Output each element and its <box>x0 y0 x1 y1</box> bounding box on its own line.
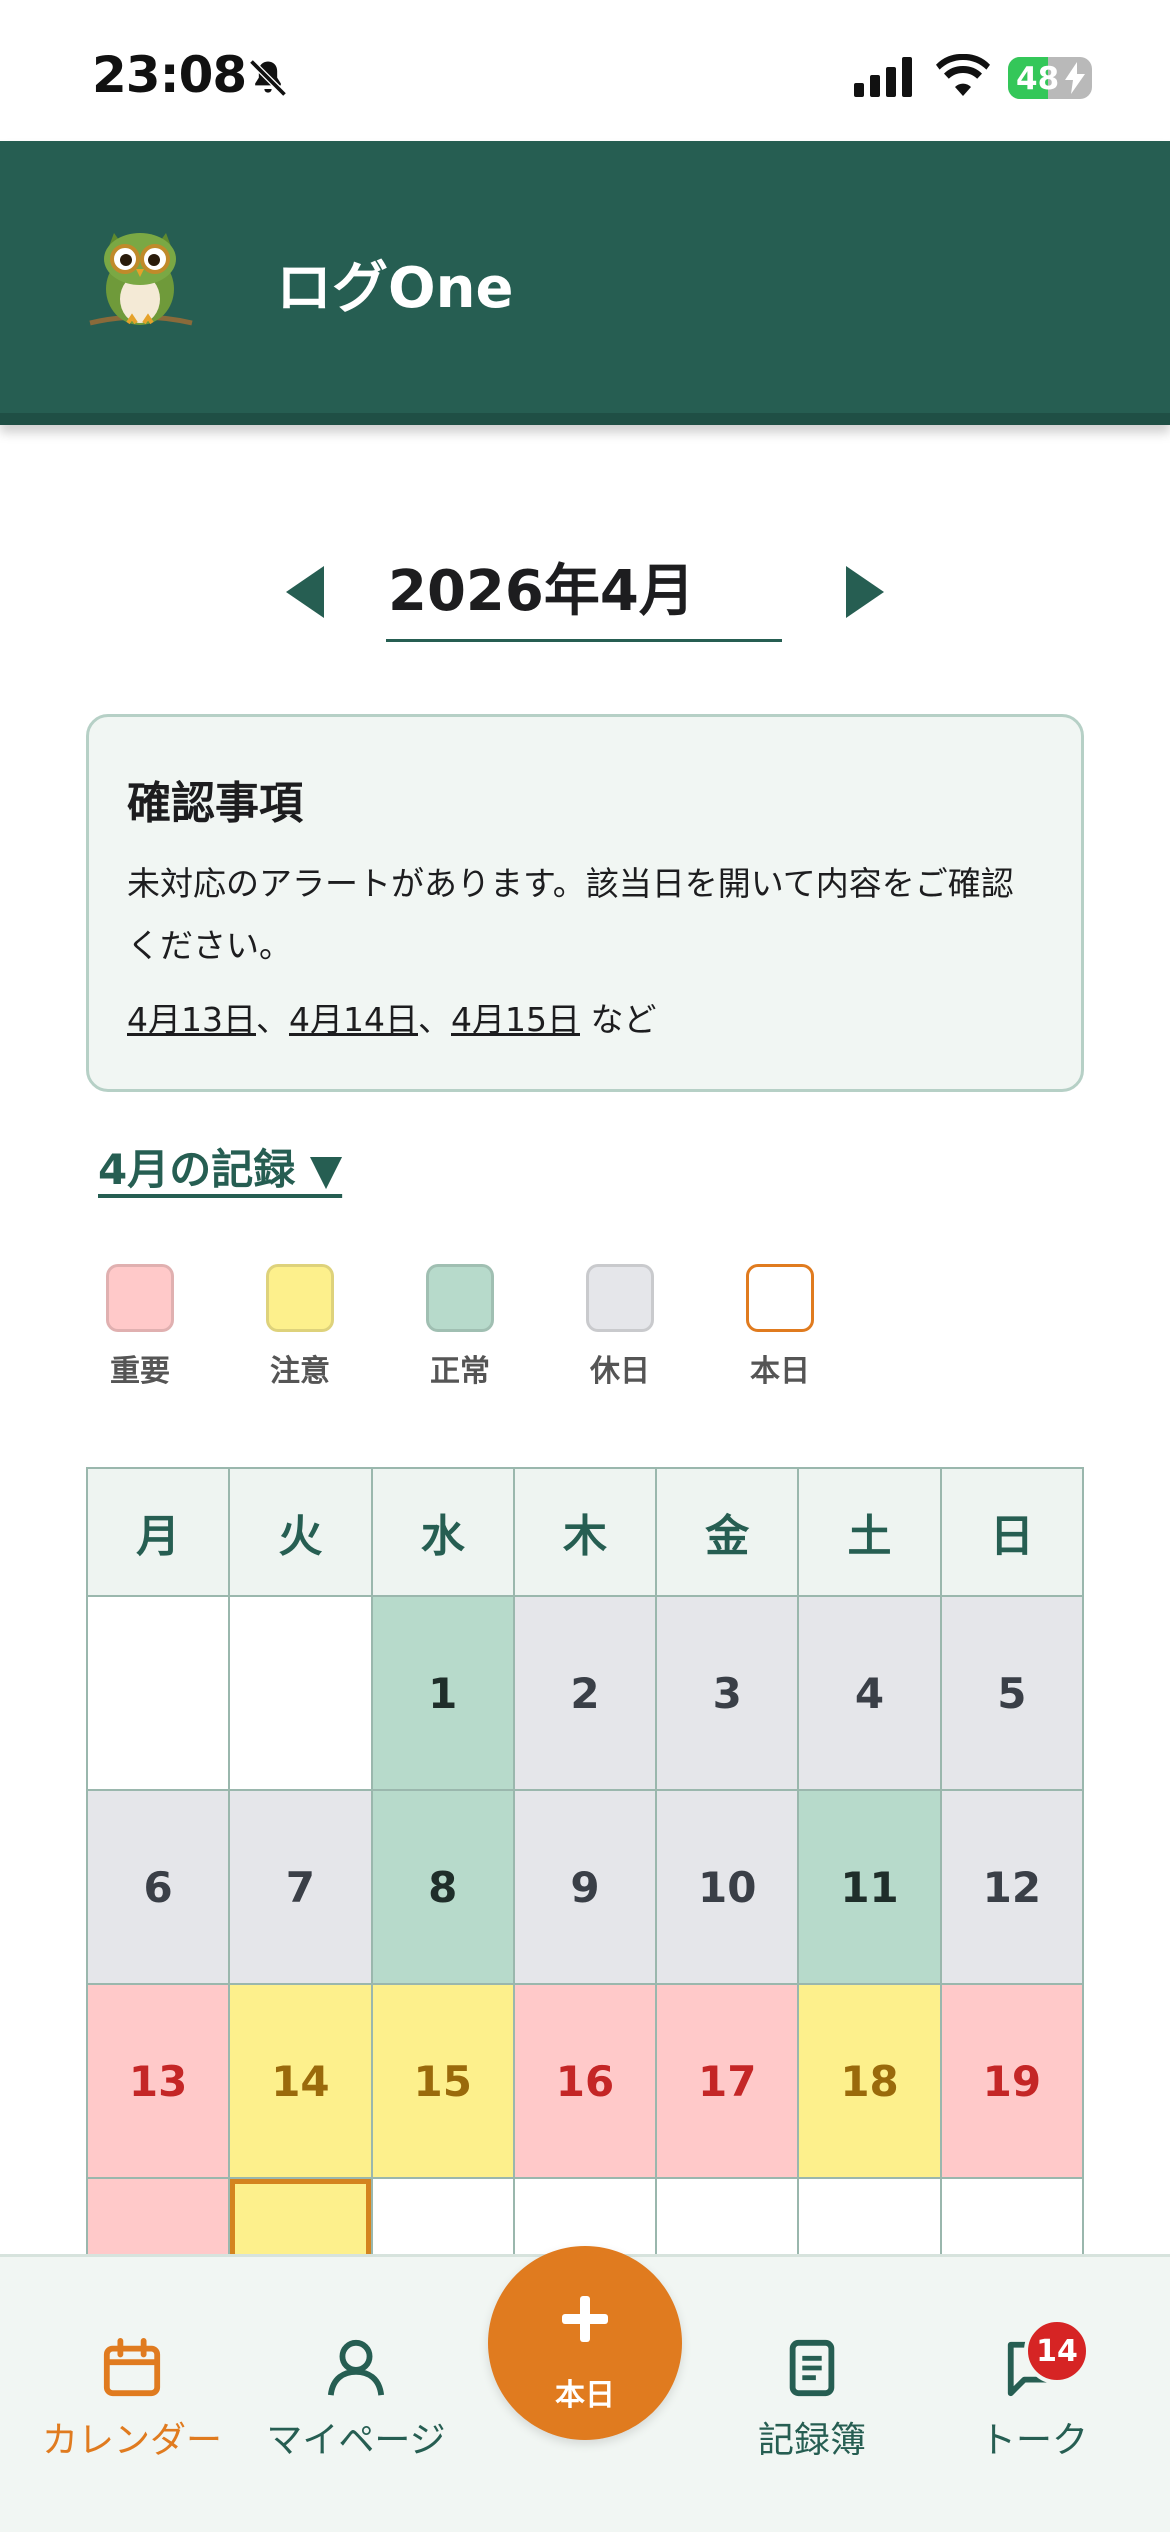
calendar-icon <box>103 2337 161 2397</box>
calendar-day-10[interactable]: 10 <box>657 1791 800 1985</box>
weekday-sat: 土 <box>799 1469 942 1597</box>
plus-icon <box>562 2296 608 2342</box>
next-month-arrow-icon[interactable] <box>844 566 884 618</box>
month-title[interactable]: 2026年4月 <box>386 546 782 642</box>
calendar-day-7[interactable]: 7 <box>230 1791 373 1985</box>
weekday-thu: 木 <box>514 1469 658 1597</box>
weekday-wed: 水 <box>372 1469 515 1597</box>
calendar-day-13[interactable]: 13 <box>88 1985 231 2179</box>
calendar-week-row: 6 7 8 9 10 11 12 <box>88 1791 1084 1985</box>
signal-icon <box>854 57 912 97</box>
legend-swatch-normal <box>426 1264 494 1332</box>
tab-label: トーク <box>979 2420 1088 2461</box>
calendar-day-18[interactable]: 18 <box>799 1985 942 2179</box>
legend-label: 正常 <box>430 1354 490 1389</box>
app-header: ログOne <box>0 141 1170 425</box>
battery-indicator: 48 <box>1008 57 1092 99</box>
calendar-day-3[interactable]: 3 <box>657 1597 800 1791</box>
alert-text: 未対応のアラートがあります。該当日を開いて内容をご確認ください。 <box>127 864 1014 965</box>
app-title: ログOne <box>276 256 514 321</box>
legend-label: 注意 <box>270 1354 330 1389</box>
alert-link-apr15[interactable]: 4月15日 <box>451 1000 580 1039</box>
alert-date-links: 4月13日、4月14日、4月15日 など <box>127 993 1043 1041</box>
legend-label: 本日 <box>750 1354 810 1389</box>
tab-records[interactable]: 記録簿 <box>702 2337 922 2463</box>
weekday-sun: 日 <box>941 1469 1084 1597</box>
calendar-day-17[interactable]: 17 <box>657 1985 800 2179</box>
legend-swatch-holiday <box>586 1264 654 1332</box>
calendar-day-14[interactable]: 14 <box>230 1985 373 2179</box>
calendar-week-row: 13 14 15 16 17 18 19 <box>88 1985 1084 2179</box>
legend-swatch-today <box>746 1264 814 1332</box>
calendar-week-row: 12345 <box>88 1597 1084 1791</box>
calendar-day-2[interactable]: 2 <box>514 1597 658 1791</box>
tab-label: マイページ <box>266 2420 446 2461</box>
calendar-day-19[interactable]: 19 <box>941 1985 1084 2179</box>
weekday-fri: 金 <box>657 1469 800 1597</box>
calendar-day-4[interactable]: 4 <box>799 1597 942 1791</box>
weekday-tue: 火 <box>230 1469 373 1597</box>
today-fab-button[interactable]: 本日 <box>488 2246 682 2440</box>
fab-label: 本日 <box>555 2378 615 2413</box>
calendar-grid: 月 火 水 木 金 土 日 1 2 3 4 5 6 7 8 9 10 11 12 13 14 15 16 17 1… <box>86 1467 1084 2373</box>
legend-item-normal: 正常 <box>420 1264 510 1390</box>
legend-label: 休日 <box>590 1354 650 1389</box>
calendar-day-9[interactable]: 9 <box>514 1791 658 1985</box>
calendar-day-8[interactable]: 8 <box>372 1791 515 1985</box>
tab-label: カレンダー <box>41 2420 222 2461</box>
calendar-empty-cell <box>88 1597 231 1791</box>
alert-separator: 、 <box>256 1000 289 1039</box>
legend-swatch-caution <box>266 1264 334 1332</box>
legend-item-holiday: 休日 <box>580 1264 670 1390</box>
legend-swatch-important <box>106 1264 174 1332</box>
charging-bolt-icon <box>1065 62 1085 94</box>
document-icon <box>789 2339 835 2397</box>
status-bar: 23:08 48 <box>0 0 1170 141</box>
alert-link-apr14[interactable]: 4月14日 <box>289 1000 418 1039</box>
battery-level: 48 <box>1016 61 1060 97</box>
calendar-weekday-header: 月 火 水 木 金 土 日 <box>88 1469 1084 1597</box>
month-navigation: 2026年4月 <box>0 530 1170 650</box>
legend-label: 重要 <box>110 1354 170 1389</box>
alert-box: 確認事項 未対応のアラートがあります。該当日を開いて内容をご確認ください。 4月… <box>86 714 1084 1092</box>
calendar-day-11[interactable]: 11 <box>799 1791 942 1985</box>
calendar-day-15[interactable]: 15 <box>372 1985 515 2179</box>
status-time: 23:08 <box>92 46 247 104</box>
prev-month-arrow-icon[interactable] <box>286 566 326 618</box>
alert-title: 確認事項 <box>127 778 303 829</box>
calendar-day-12[interactable]: 12 <box>941 1791 1084 1985</box>
weekday-mon: 月 <box>88 1469 231 1597</box>
legend-item-today: 本日 <box>740 1264 830 1390</box>
legend-item-caution: 注意 <box>260 1264 350 1390</box>
records-toggle[interactable]: 4月の記録 ▼ <box>98 1136 342 1197</box>
talk-unread-badge: 14 <box>1024 2318 1090 2384</box>
person-icon <box>327 2339 385 2396</box>
calendar-day-1[interactable]: 1 <box>372 1597 515 1791</box>
calendar-day-5[interactable]: 5 <box>941 1597 1084 1791</box>
wifi-icon <box>936 54 990 96</box>
tab-calendar[interactable]: カレンダー <box>22 2337 242 2463</box>
bell-muted-icon <box>249 59 287 97</box>
calendar-day-16[interactable]: 16 <box>514 1985 658 2179</box>
legend-item-important: 重要 <box>100 1264 190 1390</box>
tab-mypage[interactable]: マイページ <box>246 2337 466 2463</box>
alert-suffix: など <box>590 1000 657 1039</box>
calendar-day-6[interactable]: 6 <box>88 1791 231 1985</box>
tab-label: 記録簿 <box>757 2420 866 2461</box>
owl-logo <box>89 233 193 326</box>
calendar-empty-cell <box>230 1597 373 1791</box>
alert-link-apr13[interactable]: 4月13日 <box>127 1000 256 1039</box>
alert-separator: 、 <box>418 1000 451 1039</box>
